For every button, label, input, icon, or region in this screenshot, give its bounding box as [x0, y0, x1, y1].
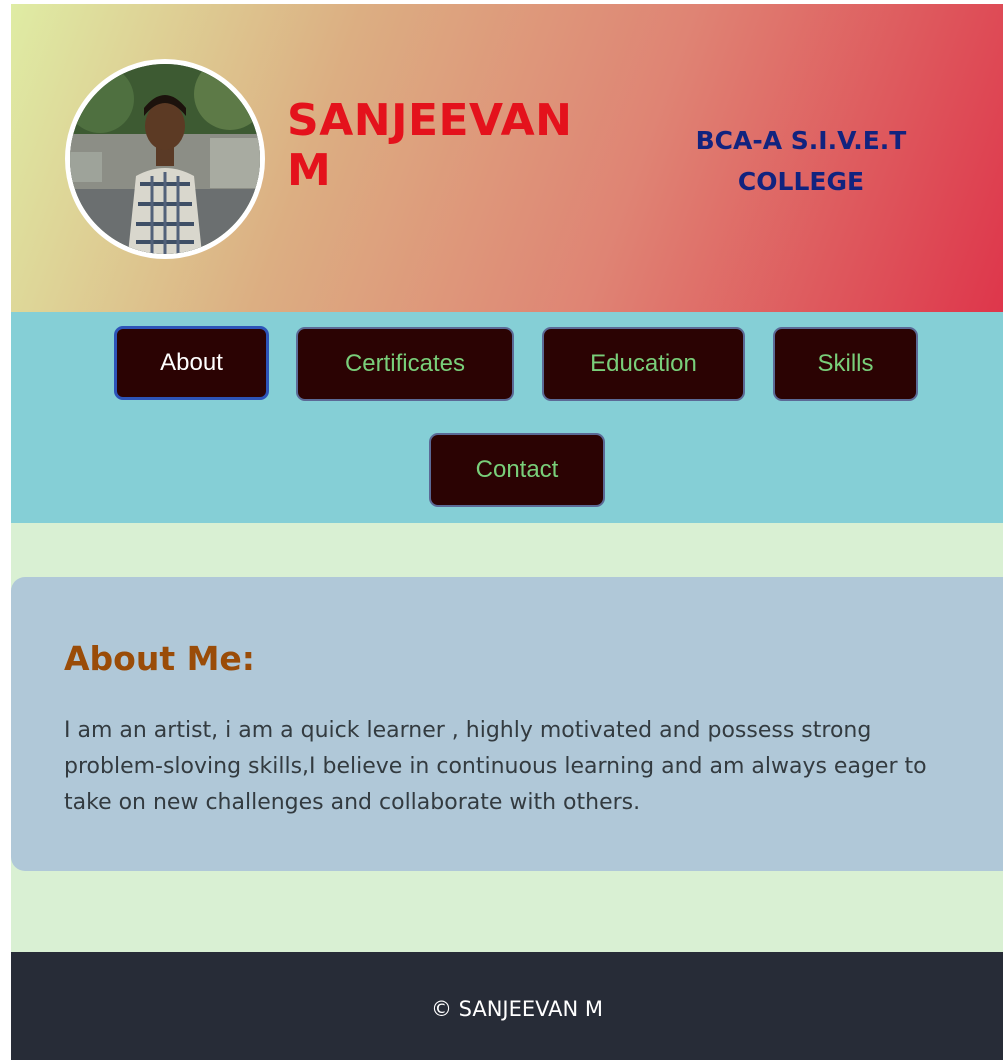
page-footer: © SANJEEVAN M [11, 952, 1003, 1060]
footer-copyright: © SANJEEVAN M [430, 997, 604, 1021]
about-section: About Me: I am an artist, i am a quick l… [11, 577, 1003, 871]
avatar-photo [70, 64, 260, 254]
profile-header: SANJEEVAN M BCA-A S.I.V.E.T COLLEGE [11, 4, 1003, 312]
about-text: I am an artist, i am a quick learner , h… [64, 718, 927, 815]
profile-name: SANJEEVAN M [287, 95, 573, 196]
about-heading: About Me: [64, 639, 256, 678]
nav-certificates-button[interactable]: Certificates [296, 327, 514, 401]
profile-avatar [65, 59, 265, 259]
nav-about-button[interactable]: About [114, 326, 269, 400]
nav-education-button[interactable]: Education [542, 327, 745, 401]
nav-contact-button[interactable]: Contact [429, 433, 605, 507]
page: SANJEEVAN M BCA-A S.I.V.E.T COLLEGE Abou… [11, 4, 1003, 1060]
nav-skills-button[interactable]: Skills [773, 327, 918, 401]
main-nav: About Certificates Education Skills Cont… [11, 312, 1003, 523]
college-name: BCA-A S.I.V.E.T COLLEGE [695, 126, 907, 196]
